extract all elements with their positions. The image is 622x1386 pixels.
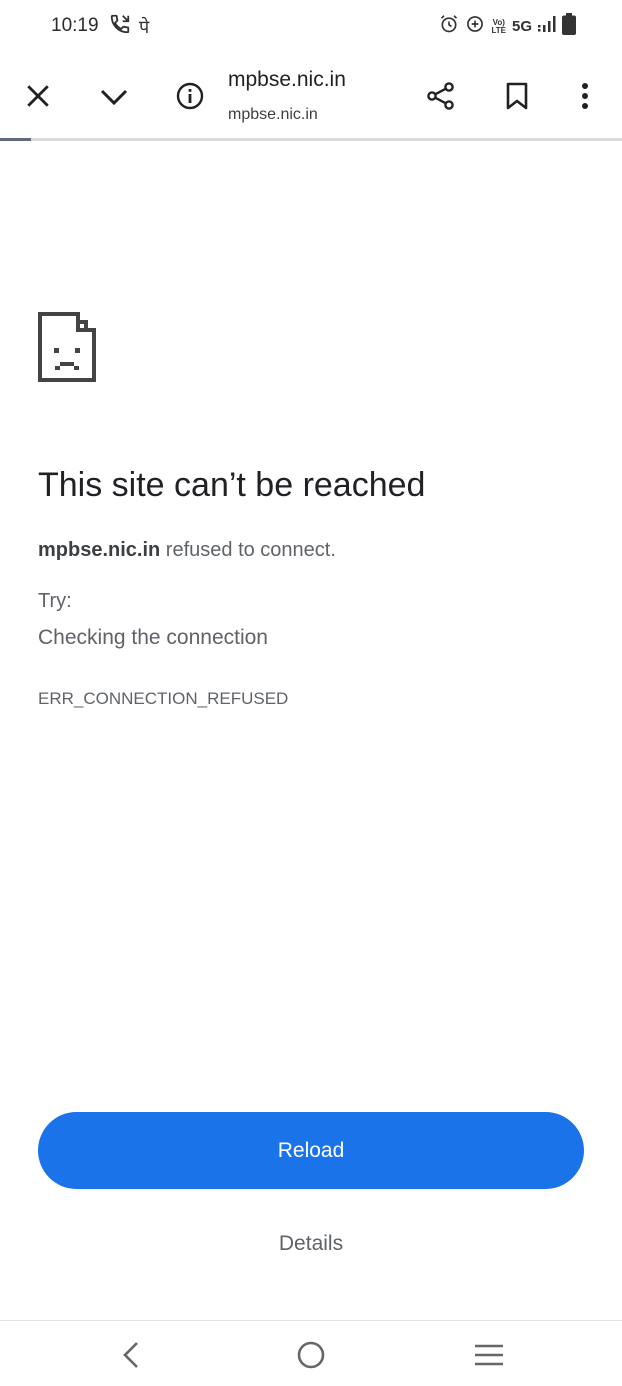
suggestion-item: Checking the connection: [38, 626, 268, 649]
system-nav-bar: [0, 1320, 622, 1386]
chevron-down-icon[interactable]: [92, 74, 136, 118]
data-saver-icon: [465, 14, 485, 39]
sad-page-icon: [38, 312, 96, 382]
page-load-progress: [0, 138, 622, 141]
error-title: This site can’t be reached: [38, 466, 426, 504]
payment-glyph: पे: [139, 16, 150, 37]
error-code: ERR_CONNECTION_REFUSED: [38, 689, 289, 708]
home-icon[interactable]: [291, 1335, 331, 1375]
status-bar: 10:19 पे Vo) LTE 5G: [0, 0, 622, 52]
back-icon[interactable]: [111, 1335, 151, 1375]
call-icon: [109, 13, 131, 40]
signal-icon: [538, 15, 556, 38]
status-time: 10:19: [51, 15, 99, 36]
status-right-icons: Vo) LTE 5G: [439, 13, 576, 40]
page-load-progress-fill: [0, 138, 32, 141]
status-left-icons: पे: [109, 13, 149, 40]
more-vert-icon[interactable]: [563, 74, 607, 118]
alarm-icon: [439, 14, 459, 39]
browser-toolbar: mpbse.nic.in mpbse.nic.in: [0, 56, 622, 136]
page-url[interactable]: mpbse.nic.in: [228, 106, 318, 124]
bookmark-icon[interactable]: [495, 74, 539, 118]
error-message: refused to connect.: [160, 539, 336, 561]
try-label: Try:: [38, 590, 72, 612]
info-icon[interactable]: [168, 74, 212, 118]
volte-indicator: Vo) LTE: [491, 17, 506, 35]
details-button[interactable]: Details: [0, 1232, 622, 1256]
page-title[interactable]: mpbse.nic.in: [228, 68, 346, 92]
reload-button[interactable]: Reload: [38, 1112, 584, 1189]
error-host: mpbse.nic.in: [38, 539, 161, 561]
close-icon[interactable]: [16, 74, 60, 118]
recents-icon[interactable]: [469, 1335, 509, 1375]
error-description: mpbse.nic.in refused to connect.: [38, 539, 336, 562]
share-icon[interactable]: [419, 74, 463, 118]
battery-icon: [562, 13, 576, 40]
network-type: 5G: [511, 18, 532, 35]
